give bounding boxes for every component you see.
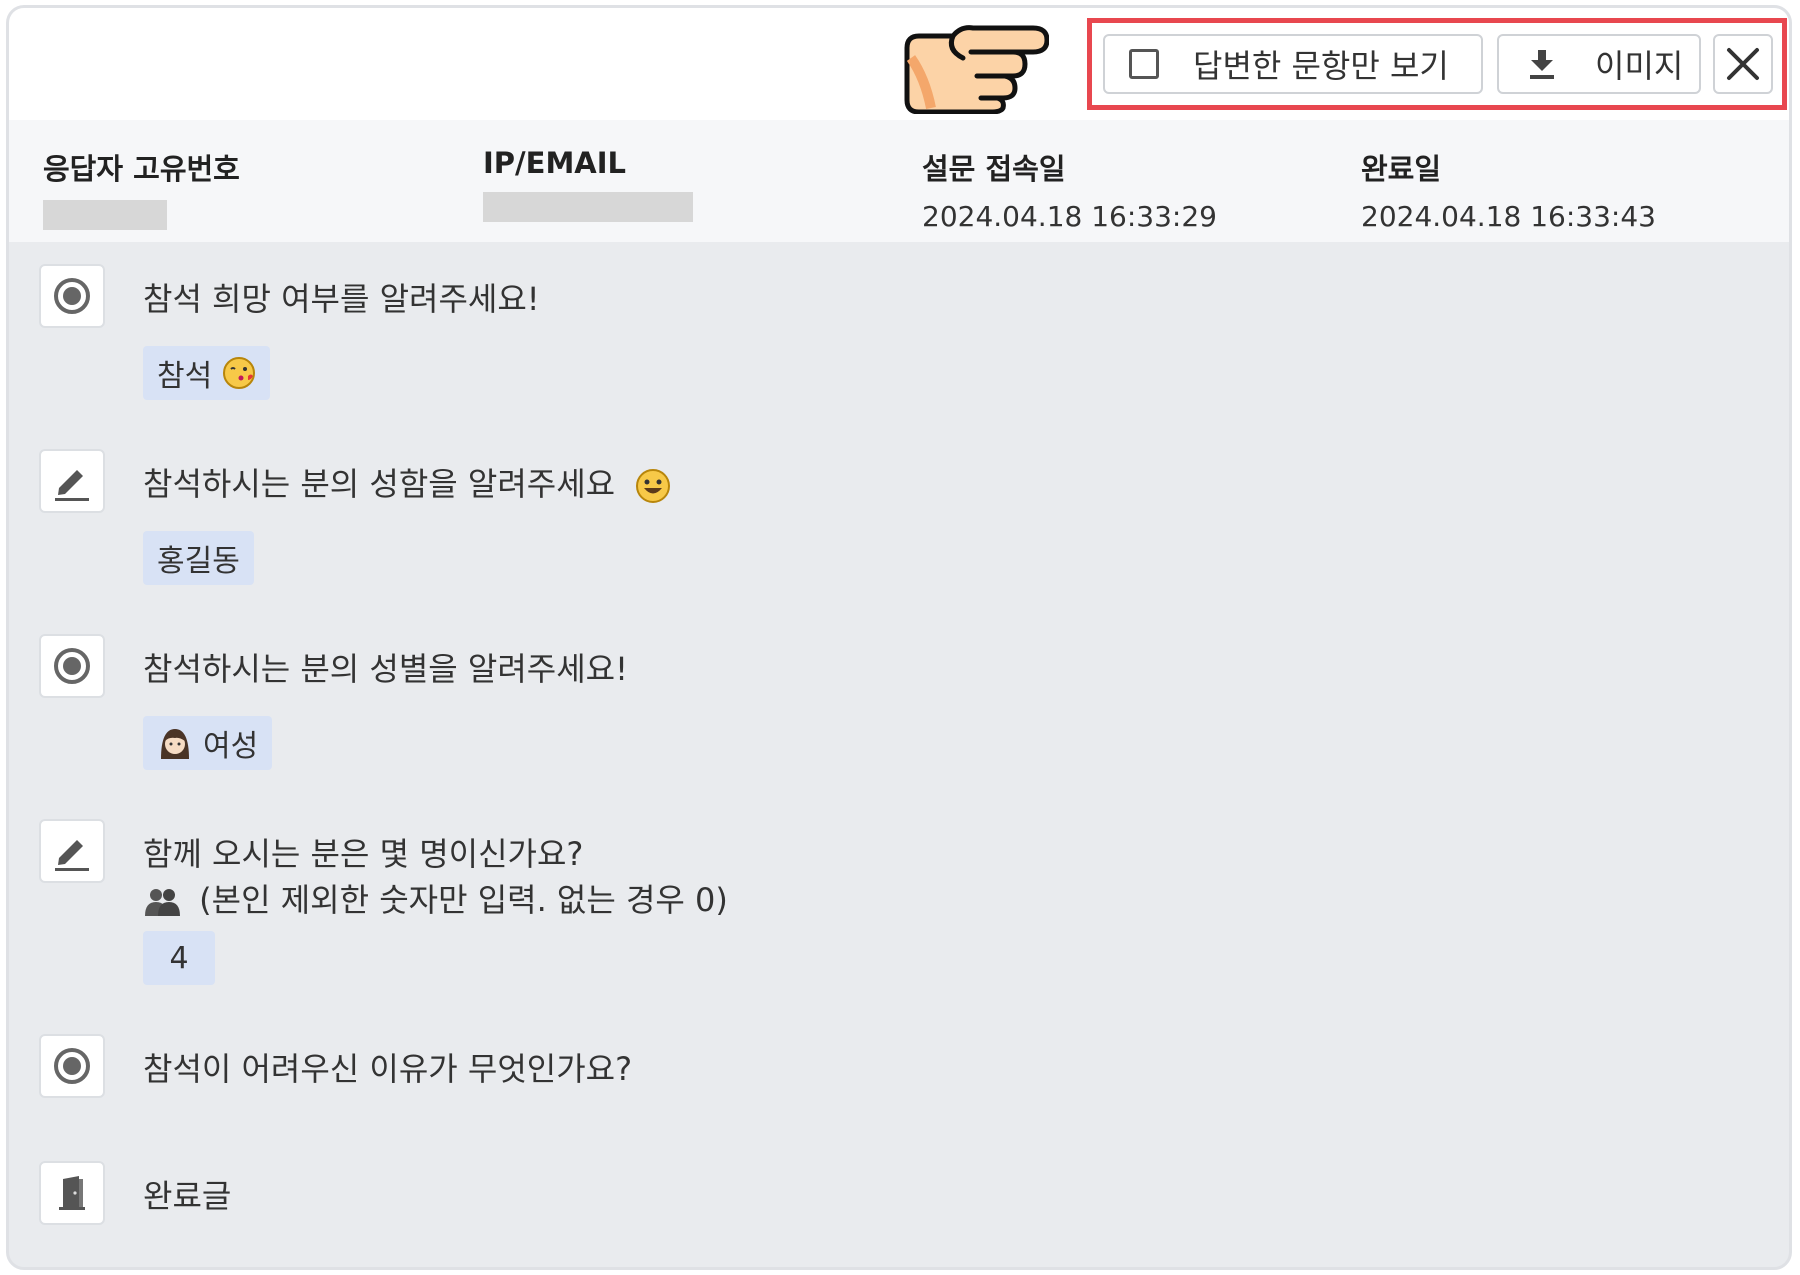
pencil-icon: [39, 819, 105, 883]
answer-badge: 4: [143, 931, 215, 985]
radio-icon: [39, 264, 105, 328]
question-text-line2: (본인 제외한 숫자만 입력. 없는 경우 0): [199, 881, 728, 919]
download-image-label: 이미지: [1595, 47, 1684, 85]
answer-text: 4: [169, 940, 189, 976]
grin-emoji: [636, 469, 671, 503]
respondent-info-bar: 응답자 고유번호 IP/EMAIL 설문 접속일 2024.04.18 16:3…: [9, 120, 1789, 242]
woman-emoji: [161, 729, 189, 759]
people-emoji: [145, 889, 180, 916]
answer-text: 홍길동: [157, 544, 240, 579]
respondent-id-redacted: [43, 200, 167, 230]
complete-date-column: 완료일 2024.04.18 16:33:43: [1361, 146, 1656, 233]
radio-icon: [39, 1034, 105, 1098]
answered-only-toggle[interactable]: 답변한 문항만 보기: [1103, 34, 1483, 94]
question-text: 참석이 어려우신 이유가 무엇인가요?: [143, 1050, 633, 1088]
pencil-icon: [39, 449, 105, 513]
door-icon: [39, 1161, 105, 1225]
answer-badge: 여성: [143, 716, 273, 770]
respondent-id-label: 응답자 고유번호: [43, 152, 240, 186]
ip-email-redacted: [483, 192, 693, 222]
toolbar: 답변한 문항만 보기 이미지: [9, 8, 1789, 120]
question-text: 참석하시는 분의 성별을 알려주세요!: [143, 650, 628, 688]
question-text-line2-wrap: (본인 제외한 숫자만 입력. 없는 경우 0): [143, 877, 728, 923]
answered-only-label: 답변한 문항만 보기: [1193, 47, 1449, 85]
checkbox-icon[interactable]: [1129, 49, 1159, 79]
question-text: 참석하시는 분의 성함을 알려주세요: [143, 461, 671, 507]
access-date-column: 설문 접속일 2024.04.18 16:33:29: [922, 146, 1217, 233]
question-text-main: 참석하시는 분의 성함을 알려주세요: [143, 465, 616, 503]
kiss-emoji: [223, 357, 256, 389]
answer-text: 여성: [203, 729, 259, 764]
radio-icon: [39, 634, 105, 698]
ip-email-label: IP/EMAIL: [483, 146, 627, 180]
download-icon: [1530, 50, 1554, 79]
question-text: 참석 희망 여부를 알려주세요!: [143, 280, 540, 318]
download-image-button[interactable]: 이미지: [1497, 34, 1701, 94]
complete-date-label: 완료일: [1361, 152, 1442, 186]
ip-email-column: IP/EMAIL: [483, 146, 693, 222]
close-button[interactable]: [1713, 34, 1773, 94]
question-text-line1: 함께 오시는 분은 몇 명이신가요?: [143, 835, 584, 873]
access-date-value: 2024.04.18 16:33:29: [922, 200, 1217, 233]
access-date-label: 설문 접속일: [922, 152, 1066, 186]
answer-badge: 참석: [143, 346, 271, 400]
completion-text: 완료글: [143, 1177, 232, 1215]
complete-date-value: 2024.04.18 16:33:43: [1361, 200, 1656, 233]
respondent-id-column: 응답자 고유번호: [43, 146, 240, 230]
question-text: 함께 오시는 분은 몇 명이신가요? (본인 제외한 숫자만 입력. 없는 경우…: [143, 831, 728, 923]
answer-text: 참석: [157, 359, 213, 394]
answer-badge: 홍길동: [143, 531, 254, 585]
response-detail-panel: 답변한 문항만 보기 이미지 응답자 고유번호 IP/EMAIL 설문 접속일 …: [6, 5, 1792, 1270]
close-icon: [1727, 48, 1759, 80]
pointing-hand-icon: [904, 25, 1049, 114]
